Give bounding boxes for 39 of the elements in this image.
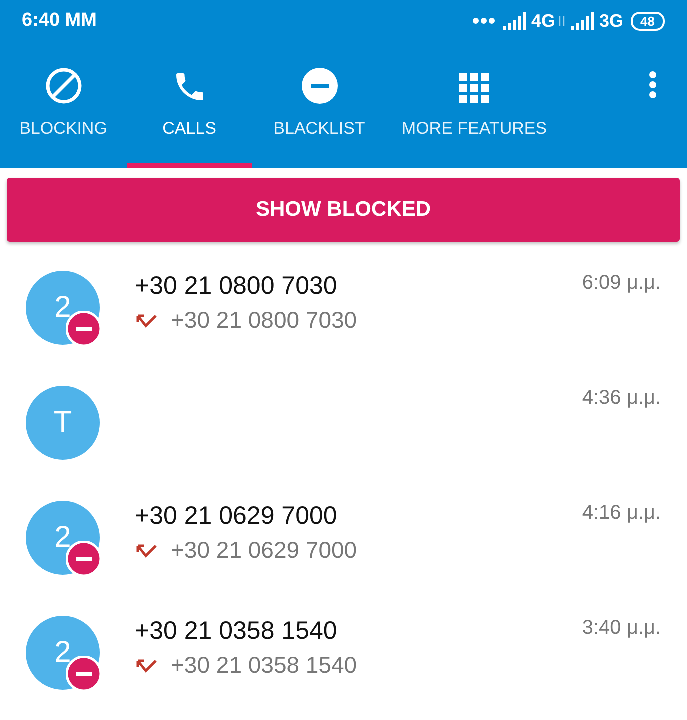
tab-label: BLOCKING (20, 119, 108, 139)
call-arrow-icon (135, 658, 159, 674)
network-type: 4G (532, 10, 556, 32)
phone-number: +30 21 0629 7000 (135, 502, 338, 531)
tab[interactable]: BLACKLIST (252, 42, 387, 168)
call-row[interactable]: 2 +30 21 0358 1540 +30 21 0358 1540 3:40 μ.μ. (0, 595, 687, 710)
call-row[interactable]: T 4:36 μ.μ. (0, 365, 687, 480)
avatar: T (26, 386, 100, 460)
status-time: 6:40 MM (22, 10, 97, 32)
more-icon[interactable] (649, 71, 657, 99)
network-type: 3G (600, 10, 624, 32)
call-detail: +30 21 0629 7000 (171, 537, 358, 564)
signal-icon (570, 12, 597, 30)
tab[interactable]: CALLS (127, 42, 252, 168)
phone-number: +30 21 0358 1540 (135, 617, 338, 646)
call-time: 4:16 μ.μ. (582, 501, 661, 525)
tab-label: CALLS (162, 119, 216, 139)
call-time: 3:40 μ.μ. (582, 616, 661, 640)
grid-icon (458, 73, 490, 105)
minus-circle-icon (300, 67, 338, 105)
call-detail: +30 21 0800 7030 (171, 307, 358, 334)
signal-icon (502, 12, 528, 30)
tab[interactable]: BLOCKING (0, 42, 127, 168)
call-arrow-icon (135, 542, 159, 558)
call-row[interactable]: 2 +30 21 0629 7000 +30 21 0629 7000 4:16 μ.μ. (0, 480, 687, 595)
call-time: 6:09 μ.μ. (582, 271, 661, 295)
tab[interactable]: MORE FEATURES (387, 42, 562, 168)
phone-number: +30 21 0800 7030 (135, 272, 338, 301)
tab-label: MORE FEATURES (402, 119, 548, 139)
call-time: 4:36 μ.μ. (582, 386, 661, 410)
call-row[interactable]: 2 +30 21 0800 7030 +30 21 0800 7030 6:09 μ.μ. (0, 250, 687, 365)
show-blocked-button[interactable]: SHOW BLOCKED (7, 178, 680, 242)
call-detail: +30 21 0358 1540 (171, 652, 358, 679)
dots-icon (472, 18, 494, 24)
block-icon (44, 67, 82, 105)
call-arrow-icon (135, 312, 159, 328)
tab-label: BLACKLIST (274, 119, 366, 139)
data-arrows-icon (558, 16, 565, 26)
battery-indicator: 48 (630, 12, 665, 30)
